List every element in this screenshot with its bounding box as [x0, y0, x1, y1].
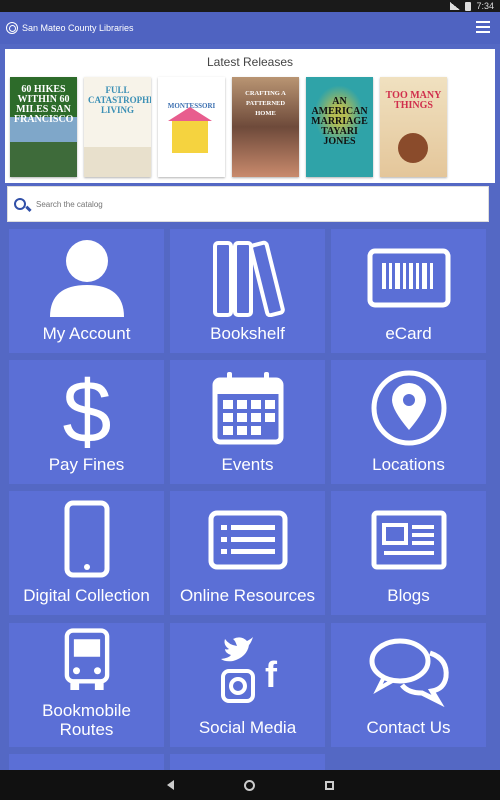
book-carousel[interactable]: 60 HIKES WITHIN 60 MILES SAN FRANCISCO F… [10, 77, 447, 177]
tile-my-account[interactable]: My Account [9, 229, 164, 353]
signal-icon [450, 2, 461, 10]
tile-label: Digital Collection [23, 586, 150, 605]
bus-icon [64, 628, 109, 690]
menu-icon-bar [476, 26, 490, 28]
menu-icon-bar [476, 21, 490, 23]
system-nav-bar [0, 770, 500, 800]
tablet-icon [64, 500, 109, 578]
tile-label: My Account [42, 324, 131, 343]
tile-pay-fines[interactable]: $ Pay Fines [9, 360, 164, 484]
logo-icon [6, 22, 18, 34]
dollar-icon: $ [62, 368, 111, 448]
latest-releases-panel: Latest Releases 60 HIKES WITHIN 60 MILES… [5, 49, 495, 183]
tile-label: Contact Us [366, 718, 451, 737]
app-bar: San Mateo County Libraries [0, 12, 500, 44]
tile-blogs[interactable]: Blogs [331, 491, 486, 615]
tile-label: Social Media [198, 718, 297, 737]
menu-icon-bar [476, 31, 490, 33]
tile-bookmobile-routes[interactable]: Bookmobile Routes [9, 623, 164, 747]
tile-label: Online Resources [179, 586, 316, 605]
catalog-search-box[interactable] [7, 186, 489, 222]
book-title: 60 HIKES WITHIN 60 MILES SAN FRANCISCO [14, 84, 74, 125]
book-cover[interactable]: MONTESSORI [158, 77, 225, 177]
book-cover[interactable]: FULL CATASTROPHE LIVING [84, 77, 151, 177]
latest-releases-title: Latest Releases [206, 55, 294, 69]
tile-label: Locations [372, 455, 445, 474]
book-title: FULL CATASTROPHE LIVING [88, 85, 151, 115]
tile-contact-us[interactable]: Contact Us [331, 623, 486, 747]
svg-text:$: $ [62, 368, 111, 448]
social-icon: f [220, 637, 278, 703]
tile-bookshelf[interactable]: Bookshelf [170, 229, 325, 353]
person-icon [49, 240, 124, 317]
newspaper-icon [371, 510, 446, 570]
recent-apps-icon[interactable] [324, 780, 334, 790]
tile-events[interactable]: Events [170, 360, 325, 484]
status-time: 7:34 [476, 1, 494, 11]
book-cover[interactable]: CRAFTING A PATTERNED HOME [232, 77, 299, 177]
books-icon [212, 240, 285, 317]
book-cover[interactable]: TOO MANY THINGS [380, 77, 447, 177]
tile-label: eCard [385, 324, 432, 343]
tile-locations[interactable]: Locations [331, 360, 486, 484]
book-cover[interactable]: 60 HIKES WITHIN 60 MILES SAN FRANCISCO [10, 77, 77, 177]
book-cover[interactable]: AN AMERICAN MARRIAGE TAYARI JONES [306, 77, 373, 177]
book-title: CRAFTING A PATTERNED HOME [245, 90, 286, 117]
list-icon [208, 510, 287, 570]
tile-online-resources[interactable]: Online Resources [170, 491, 325, 615]
search-input[interactable] [36, 199, 436, 209]
status-bar: 7:34 [0, 0, 500, 12]
menu-button[interactable] [476, 21, 490, 33]
barcode-card-icon [367, 248, 450, 308]
house-illustration [168, 107, 212, 153]
tile-digital-collection[interactable]: Digital Collection [9, 491, 164, 615]
svg-text:f: f [265, 654, 278, 695]
battery-icon [465, 1, 472, 11]
tile-label: Bookmobile Routes [42, 701, 131, 739]
back-icon[interactable] [166, 780, 174, 790]
location-pin-icon [371, 370, 446, 446]
home-icon[interactable] [243, 779, 255, 791]
library-logo[interactable]: San Mateo County Libraries [6, 22, 134, 34]
tile-partial[interactable] [170, 754, 325, 770]
tile-social-media[interactable]: f Social Media [170, 623, 325, 747]
tile-label: Events [221, 455, 274, 474]
tile-label: Blogs [387, 586, 430, 605]
chat-bubbles-icon [369, 638, 449, 708]
tile-label: Bookshelf [210, 324, 285, 343]
character-illustration [398, 133, 428, 163]
logo-text: San Mateo County Libraries [22, 23, 134, 33]
book-title: TOO MANY THINGS [385, 90, 442, 111]
tile-partial[interactable] [9, 754, 164, 770]
search-icon[interactable] [14, 198, 26, 210]
tile-label: Pay Fines [48, 455, 125, 474]
tile-ecard[interactable]: eCard [331, 229, 486, 353]
book-title: AN AMERICAN MARRIAGE TAYARI JONES [311, 96, 368, 147]
calendar-icon [212, 372, 283, 445]
